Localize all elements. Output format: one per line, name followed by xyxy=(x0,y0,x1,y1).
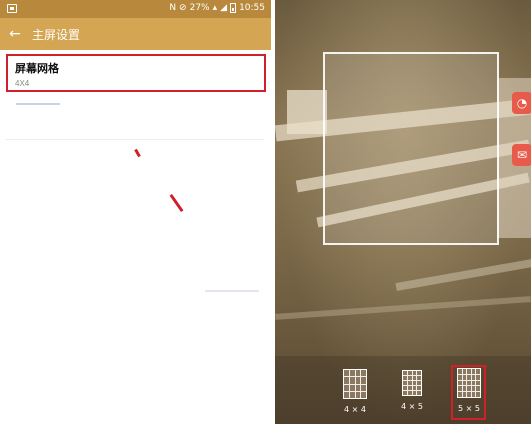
grid-layout-icon xyxy=(402,370,422,396)
nfc-icon: N xyxy=(169,3,177,13)
back-arrow-icon[interactable]: ← xyxy=(0,18,30,50)
status-icons: N ⊘ 27% ▴ ◢ 10:55 xyxy=(169,3,265,13)
divider xyxy=(6,139,264,140)
wallpaper-band xyxy=(395,257,531,291)
screen-grid-setting[interactable]: 屏幕网格 4X4 xyxy=(6,54,266,92)
screen-grid-value: 4X4 xyxy=(15,79,30,88)
image-icon xyxy=(7,4,17,13)
grid-option-label: 4 × 4 xyxy=(344,405,366,414)
wallpaper-band xyxy=(275,296,531,320)
home-screen-grid-preview: ◔ ✉ 4 × 44 × 55 × 5 xyxy=(275,0,531,424)
grid-option-4x4[interactable]: 4 × 4 xyxy=(338,369,372,414)
annotation-arrow xyxy=(169,193,184,213)
side-panel xyxy=(287,90,327,134)
battery-icon xyxy=(230,3,237,13)
grid-layout-icon xyxy=(343,369,367,399)
page-preview-frame xyxy=(323,52,499,245)
battery-percent: 27% xyxy=(189,3,210,13)
status-time: 10:55 xyxy=(239,3,265,13)
grid-option-label: 4 × 5 xyxy=(401,402,423,411)
status-bar: N ⊘ 27% ▴ ◢ 10:55 xyxy=(0,0,271,18)
app-bar: ← 主屏设置 xyxy=(0,18,271,50)
screen-grid-title: 屏幕网格 xyxy=(15,63,59,75)
app-icon: ◔ xyxy=(512,92,531,114)
signal-icon: ◢ xyxy=(220,3,228,13)
faded-list-item xyxy=(205,290,259,292)
annotation-arrow xyxy=(134,148,141,158)
wifi-icon: ▴ xyxy=(212,3,218,13)
mute-icon: ⊘ xyxy=(179,3,187,13)
page-title: 主屏设置 xyxy=(32,27,81,42)
settings-list: 屏幕网格 4X4 xyxy=(0,50,271,424)
grid-option-4x5[interactable]: 4 × 5 xyxy=(395,370,429,411)
selected-grid-highlight xyxy=(451,365,486,420)
settings-screen: N ⊘ 27% ▴ ◢ 10:55 ← 主屏设置 屏幕网格 4X4 xyxy=(0,0,271,424)
email-app-icon: ✉ xyxy=(512,144,531,166)
faded-list-item xyxy=(16,103,60,105)
